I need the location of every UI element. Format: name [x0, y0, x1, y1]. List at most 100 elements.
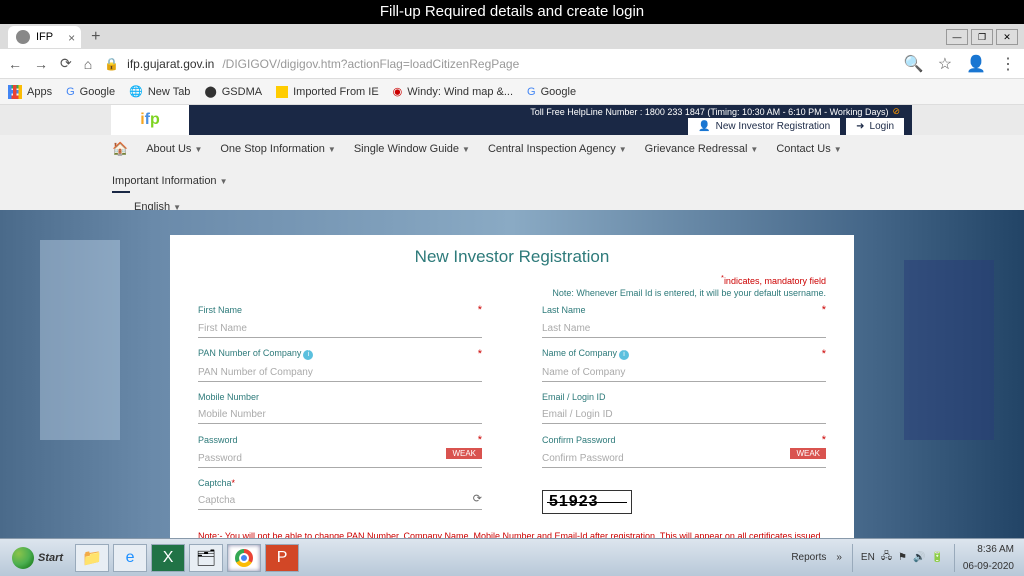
- password-input[interactable]: [198, 450, 482, 468]
- pan-input[interactable]: [198, 364, 482, 382]
- bookmark-item[interactable]: Imported From IE: [276, 86, 379, 98]
- form-title: New Investor Registration: [198, 247, 826, 267]
- nav-contact-us[interactable]: Contact Us▼: [776, 143, 841, 155]
- tray-network-icon[interactable]: 🖧: [881, 549, 892, 566]
- bookmark-item[interactable]: ⬤GSDMA: [204, 85, 262, 98]
- confirm-password-label: Confirm Password: [542, 435, 616, 445]
- bookmark-label: New Tab: [148, 86, 191, 98]
- chevron-down-icon: ▼: [619, 145, 627, 154]
- taskbar-file-explorer[interactable]: 🗂: [189, 544, 223, 572]
- windows-taskbar: Start 📁 e X 🗂 P Reports » EN 🖧 ⚑ 🔊 🔋 8:3…: [0, 538, 1024, 576]
- nav-single-window-guide[interactable]: Single Window Guide▼: [354, 143, 470, 155]
- maximize-button[interactable]: ❐: [971, 29, 993, 45]
- lock-icon: 🔒: [104, 57, 119, 71]
- page-viewport: ifp Toll Free HelpLine Number : 1800 233…: [0, 105, 1024, 538]
- home-icon[interactable]: 🏠: [112, 141, 128, 157]
- taskbar-excel[interactable]: X: [151, 544, 185, 572]
- chevron-down-icon: ▼: [328, 145, 336, 154]
- login-button[interactable]: ➜Login: [846, 118, 904, 135]
- tray-clock[interactable]: 8:36 AM 06-09-2020: [954, 544, 1014, 572]
- search-icon[interactable]: 🔍: [904, 54, 924, 74]
- address-bar: ← → ⟳ ⌂ 🔒 ifp.gujarat.gov.in/DIGIGOV/dig…: [0, 49, 1024, 79]
- url-path: /DIGIGOV/digigov.htm?actionFlag=loadCiti…: [222, 57, 519, 71]
- tray-date: 06-09-2020: [963, 561, 1014, 572]
- back-button[interactable]: ←: [8, 56, 22, 72]
- url-field[interactable]: 🔒 ifp.gujarat.gov.in/DIGIGOV/digigov.htm…: [104, 57, 892, 71]
- system-tray: Reports » EN 🖧 ⚑ 🔊 🔋 8:36 AM 06-09-2020: [791, 544, 1020, 572]
- registration-form: New Investor Registration *indicates, ma…: [170, 235, 854, 538]
- bookmark-item[interactable]: ◉Windy: Wind map &...: [393, 85, 513, 98]
- tray-flag-icon[interactable]: ⚑: [898, 552, 907, 563]
- last-name-input[interactable]: [542, 320, 826, 338]
- company-input[interactable]: [542, 364, 826, 382]
- windows-orb-icon: [12, 547, 34, 569]
- bookmark-item[interactable]: 🌐New Tab: [129, 85, 190, 98]
- login-icon: ➜: [856, 121, 864, 132]
- info-icon[interactable]: i: [619, 350, 629, 360]
- tray-time: 8:36 AM: [977, 544, 1014, 555]
- taskbar-ie[interactable]: e: [113, 544, 147, 572]
- email-label: Email / Login ID: [542, 392, 606, 402]
- start-label: Start: [38, 552, 63, 564]
- captcha-input[interactable]: [198, 492, 482, 510]
- password-label: Password: [198, 435, 238, 445]
- kebab-menu-icon[interactable]: ⋮: [1000, 54, 1016, 74]
- apps-button[interactable]: Apps: [8, 85, 52, 99]
- chevron-down-icon: ▼: [462, 145, 470, 154]
- nav-grievance-redressal[interactable]: Grievance Redressal▼: [645, 143, 759, 155]
- form-warning-note: Note:- You will not be able to change PA…: [198, 530, 826, 538]
- site-nav: 🏠 About Us▼ One Stop Information▼ Single…: [0, 135, 1024, 219]
- home-button[interactable]: ⌂: [84, 56, 92, 72]
- nav-about-us[interactable]: About Us▼: [146, 143, 202, 155]
- chevron-down-icon: ▼: [834, 145, 842, 154]
- form-left-column: First Name* PAN Number of Companyi* Mobi…: [198, 304, 482, 524]
- tab-close-icon[interactable]: ×: [68, 31, 75, 45]
- tab-strip: IFP × +: [0, 24, 1024, 49]
- tray-language[interactable]: EN: [861, 552, 875, 563]
- mobile-input[interactable]: [198, 406, 482, 424]
- nav-one-stop-information[interactable]: One Stop Information▼: [220, 143, 335, 155]
- alert-icon: ⊘: [892, 106, 900, 117]
- info-icon[interactable]: i: [303, 350, 313, 360]
- helpline-text: Toll Free HelpLine Number : 1800 233 184…: [526, 105, 904, 118]
- url-host: ifp.gujarat.gov.in: [127, 57, 214, 71]
- start-button[interactable]: Start: [4, 543, 71, 573]
- browser-tab[interactable]: IFP ×: [8, 26, 81, 48]
- email-input[interactable]: [542, 406, 826, 424]
- chevron-down-icon: ▼: [194, 145, 202, 154]
- company-label: Name of Company: [542, 348, 617, 358]
- tray-volume-icon[interactable]: 🔊: [913, 552, 925, 563]
- mandatory-note: *indicates, mandatory field: [198, 273, 826, 286]
- slide-title: Fill-up Required details and create logi…: [0, 0, 1024, 24]
- tray-battery-icon[interactable]: 🔋: [931, 552, 943, 563]
- captcha-refresh-icon[interactable]: ⟳: [473, 492, 482, 505]
- profile-icon[interactable]: 👤: [966, 54, 986, 74]
- close-button[interactable]: ✕: [996, 29, 1018, 45]
- bookmark-item[interactable]: GGoogle: [66, 86, 115, 98]
- bookmark-label: Google: [541, 86, 576, 98]
- nav-important-information[interactable]: Important Information▼: [112, 175, 227, 187]
- bookmark-item[interactable]: GGoogle: [527, 86, 576, 98]
- minimize-button[interactable]: —: [946, 29, 968, 45]
- first-name-input[interactable]: [198, 320, 482, 338]
- tray-overflow-icon[interactable]: »: [836, 552, 842, 563]
- site-logo[interactable]: ifp: [111, 105, 189, 135]
- confirm-password-input[interactable]: [542, 450, 826, 468]
- captcha-image: 51923: [542, 490, 632, 514]
- reload-button[interactable]: ⟳: [60, 55, 72, 72]
- bookmark-star-icon[interactable]: ☆: [938, 54, 952, 74]
- password-strength-badge: WEAK: [446, 448, 482, 459]
- nav-central-inspection-agency[interactable]: Central Inspection Agency▼: [488, 143, 627, 155]
- new-tab-button[interactable]: +: [91, 28, 100, 46]
- taskbar-powerpoint[interactable]: P: [265, 544, 299, 572]
- tray-reports[interactable]: Reports: [791, 552, 826, 563]
- taskbar-explorer[interactable]: 📁: [75, 544, 109, 572]
- first-name-label: First Name: [198, 305, 242, 315]
- captcha-label: Captcha: [198, 478, 232, 488]
- bookmark-label: Google: [80, 86, 115, 98]
- forward-button[interactable]: →: [34, 56, 48, 72]
- new-investor-registration-button[interactable]: 👤New Investor Registration: [688, 118, 840, 135]
- bookmark-label: Windy: Wind map &...: [407, 86, 513, 98]
- pan-label: PAN Number of Company: [198, 348, 301, 358]
- taskbar-chrome[interactable]: [227, 544, 261, 572]
